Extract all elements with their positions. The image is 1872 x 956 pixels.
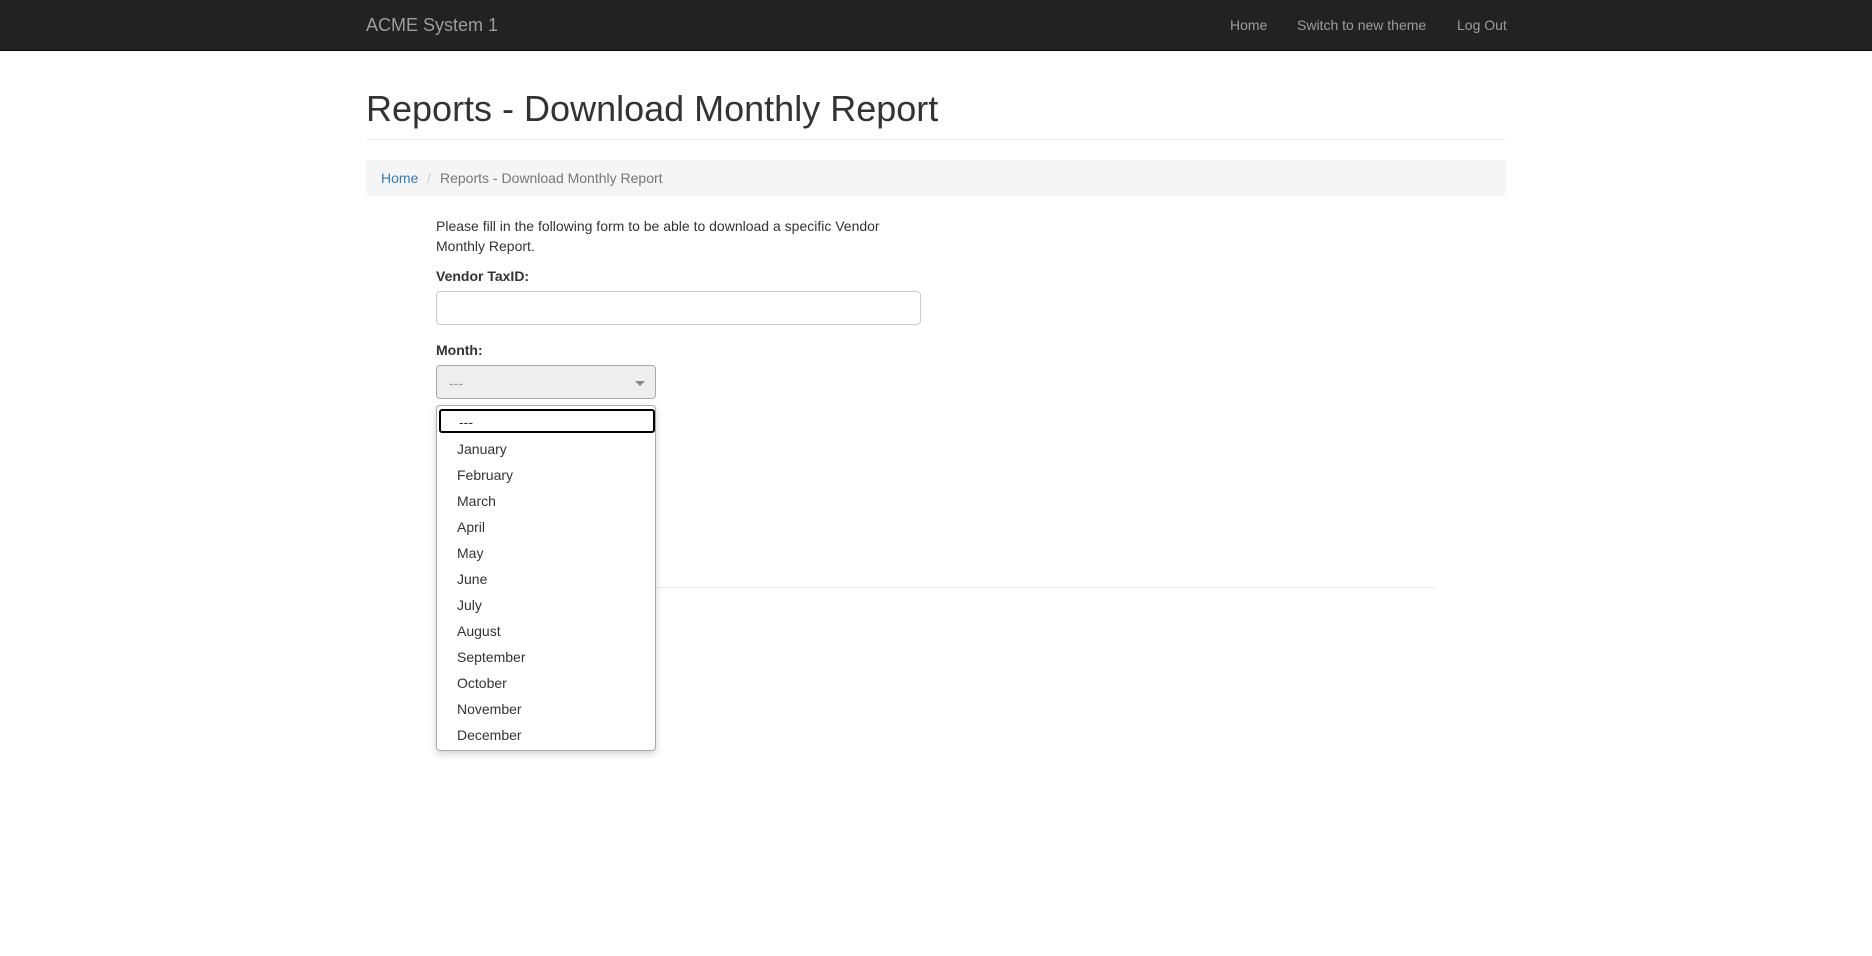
brand-link[interactable]: ACME System 1 [366,14,498,36]
month-label: Month: [436,342,483,358]
month-option-august[interactable]: August [457,622,501,648]
month-select-value: --- [449,375,463,391]
month-option-october[interactable]: October [457,674,507,700]
month-option-june[interactable]: June [457,570,487,596]
month-select[interactable]: --- [436,365,656,399]
top-navbar: ACME System 1 Home Switch to new theme L… [0,0,1872,51]
breadcrumb: Home / Reports - Download Monthly Report [366,160,1506,196]
nav-logout-link[interactable]: Log Out [1457,16,1507,34]
nav-home-link[interactable]: Home [1230,16,1267,34]
form-intro-text: Please fill in the following form to be … [436,218,880,254]
page-title: Reports - Download Monthly Report [366,88,939,129]
month-dropdown-list: --- January February March April May Jun… [436,405,656,751]
month-option-november[interactable]: November [457,700,522,726]
vendor-taxid-label: Vendor TaxID: [436,268,530,284]
month-option-february[interactable]: February [457,466,513,492]
breadcrumb-current: Reports - Download Monthly Report [440,170,663,186]
title-divider [366,139,1506,140]
breadcrumb-separator: / [427,170,431,186]
month-option-september[interactable]: September [457,648,525,674]
vendor-taxid-input[interactable] [436,291,921,325]
month-option-april[interactable]: April [457,518,485,544]
nav-switch-theme-link[interactable]: Switch to new theme [1297,16,1426,34]
month-option-march[interactable]: March [457,492,496,518]
month-option-july[interactable]: July [457,596,482,622]
breadcrumb-home-link[interactable]: Home [381,170,418,186]
month-option-december[interactable]: December [457,726,522,752]
chevron-down-icon [635,381,645,386]
month-option-january[interactable]: January [457,440,507,466]
month-option-selected[interactable]: --- [439,409,655,433]
month-option-may[interactable]: May [457,544,483,570]
